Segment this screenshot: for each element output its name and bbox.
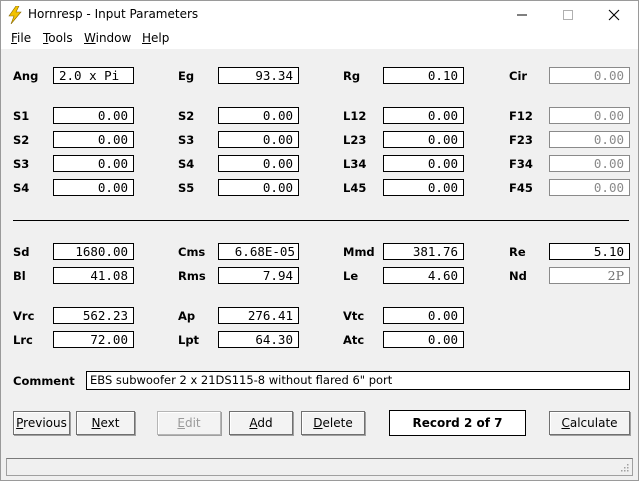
field-l23[interactable]: 0.00	[383, 131, 464, 148]
field-rg[interactable]: 0.10	[383, 67, 464, 84]
label-f45: F45	[509, 181, 533, 195]
next-button[interactable]: Next	[76, 411, 135, 435]
calculate-button[interactable]: Calculate	[549, 411, 630, 435]
menu-window[interactable]: Window	[84, 31, 131, 45]
label-le: Le	[343, 269, 359, 283]
label-f34: F34	[509, 157, 533, 171]
label-lpt: Lpt	[178, 333, 200, 347]
field-lrc[interactable]: 72.00	[53, 331, 134, 348]
main-window: Hornresp - Input Parameters File Tools W…	[0, 0, 639, 481]
label-lrc: Lrc	[13, 333, 33, 347]
field-s4-col2[interactable]: 0.00	[218, 155, 299, 172]
field-f34: 0.00	[549, 155, 630, 172]
label-l34: L34	[343, 157, 367, 171]
label-sd: Sd	[13, 245, 30, 259]
field-ang[interactable]: 2.0 x Pi	[53, 67, 134, 84]
minimize-icon	[517, 14, 527, 16]
previous-button[interactable]: Previous	[13, 411, 70, 435]
field-s2-col2[interactable]: 0.00	[218, 107, 299, 124]
label-eg: Eg	[178, 69, 195, 83]
field-cir: 0.00	[549, 67, 630, 84]
resize-grip-icon[interactable]	[619, 462, 629, 472]
label-mmd: Mmd	[343, 245, 375, 259]
section-divider	[13, 220, 629, 221]
field-nd[interactable]: 2P	[549, 267, 630, 284]
status-bar	[6, 458, 633, 476]
menu-tools[interactable]: Tools	[43, 31, 73, 45]
field-ap[interactable]: 276.41	[218, 307, 299, 324]
label-cms: Cms	[178, 245, 206, 259]
field-eg[interactable]: 93.34	[218, 67, 299, 84]
minimize-button[interactable]	[499, 1, 545, 29]
comment-field[interactable]: EBS subwoofer 2 x 21DS115-8 without flar…	[86, 371, 630, 390]
edit-button: Edit	[157, 411, 221, 435]
label-comment: Comment	[13, 374, 75, 388]
field-atc[interactable]: 0.00	[383, 331, 464, 348]
label-bl: Bl	[13, 269, 26, 283]
label-rg: Rg	[343, 69, 361, 83]
field-mmd[interactable]: 381.76	[383, 243, 464, 260]
menu-file[interactable]: File	[11, 31, 31, 45]
field-cms[interactable]: 6.68E-05	[218, 243, 299, 260]
field-s1[interactable]: 0.00	[53, 107, 134, 124]
label-vtc: Vtc	[343, 309, 365, 323]
field-s5[interactable]: 0.00	[218, 179, 299, 196]
label-rms: Rms	[178, 269, 206, 283]
maximize-button[interactable]	[545, 1, 591, 29]
label-s5: S5	[178, 181, 195, 195]
window-title: Hornresp - Input Parameters	[28, 7, 199, 21]
label-s2-col2: S2	[178, 109, 195, 123]
add-button[interactable]: Add	[229, 411, 293, 435]
label-vrc: Vrc	[13, 309, 35, 323]
field-s3-col2[interactable]: 0.00	[218, 131, 299, 148]
field-l12[interactable]: 0.00	[383, 107, 464, 124]
field-l45[interactable]: 0.00	[383, 179, 464, 196]
label-s4-col2: S4	[178, 157, 195, 171]
field-rms[interactable]: 7.94	[218, 267, 299, 284]
field-s3[interactable]: 0.00	[53, 155, 134, 172]
field-f45: 0.00	[549, 179, 630, 196]
label-ang: Ang	[13, 69, 39, 83]
label-l23: L23	[343, 133, 367, 147]
delete-button[interactable]: Delete	[301, 411, 365, 435]
label-nd: Nd	[509, 269, 527, 283]
lightning-bolt-icon	[7, 5, 23, 25]
field-vrc[interactable]: 562.23	[53, 307, 134, 324]
close-button[interactable]	[591, 1, 637, 29]
field-s2[interactable]: 0.00	[53, 131, 134, 148]
label-l12: L12	[343, 109, 367, 123]
field-vtc[interactable]: 0.00	[383, 307, 464, 324]
label-re: Re	[509, 245, 526, 259]
menu-bar: File Tools Window Help	[1, 29, 638, 49]
label-ap: Ap	[178, 309, 196, 323]
maximize-icon	[563, 10, 573, 20]
label-l45: L45	[343, 181, 367, 195]
field-le[interactable]: 4.60	[383, 267, 464, 284]
label-s3-col2: S3	[178, 133, 195, 147]
label-s4: S4	[13, 181, 30, 195]
label-atc: Atc	[343, 333, 365, 347]
label-f12: F12	[509, 109, 533, 123]
field-f23: 0.00	[549, 131, 630, 148]
label-s2: S2	[13, 133, 30, 147]
field-l34[interactable]: 0.00	[383, 155, 464, 172]
label-f23: F23	[509, 133, 533, 147]
field-sd[interactable]: 1680.00	[53, 243, 134, 260]
label-s1: S1	[13, 109, 30, 123]
record-indicator: Record 2 of 7	[389, 410, 526, 436]
label-s3: S3	[13, 157, 30, 171]
field-f12: 0.00	[549, 107, 630, 124]
field-lpt[interactable]: 64.30	[218, 331, 299, 348]
close-icon	[608, 9, 620, 21]
field-re[interactable]: 5.10	[549, 243, 630, 260]
title-bar[interactable]: Hornresp - Input Parameters	[1, 1, 638, 29]
label-cir: Cir	[509, 69, 528, 83]
field-bl[interactable]: 41.08	[53, 267, 134, 284]
menu-help[interactable]: Help	[142, 31, 169, 45]
field-s4[interactable]: 0.00	[53, 179, 134, 196]
